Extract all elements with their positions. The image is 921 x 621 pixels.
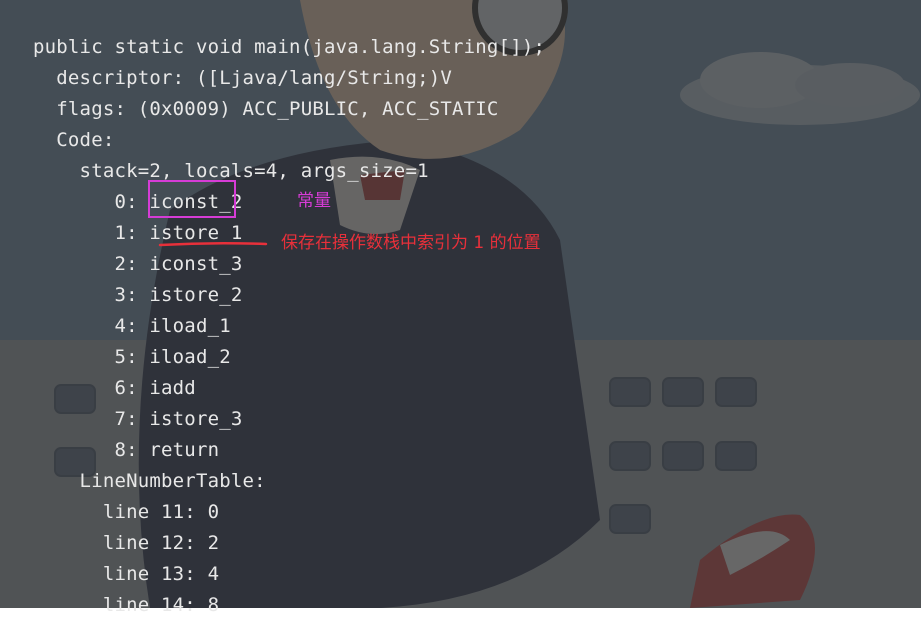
- instruction-line: 2: iconst_3: [33, 253, 243, 275]
- store-underline-mark: [158, 241, 268, 247]
- flags-line: flags: (0x0009) ACC_PUBLIC, ACC_STATIC: [33, 98, 499, 120]
- instruction-line: 8: return: [33, 439, 220, 461]
- line-number-table-header: LineNumberTable:: [33, 470, 266, 492]
- instruction-line: 4: iload_1: [33, 315, 231, 337]
- instruction-line: 6: iadd: [33, 377, 196, 399]
- store-annotation-label: 保存在操作数栈中索引为 1 的位置: [281, 233, 541, 253]
- bytecode-listing: public static void main(java.lang.String…: [0, 0, 921, 616]
- code-header-line: Code:: [33, 129, 115, 151]
- instruction-line: 3: istore_2: [33, 284, 243, 306]
- constant-highlight-box: [148, 180, 236, 218]
- instruction-line: 5: iload_2: [33, 346, 231, 368]
- descriptor-line: descriptor: ([Ljava/lang/String;)V: [33, 67, 453, 89]
- line-number-entry: line 12: 2: [33, 532, 220, 554]
- line-number-entry: line 14: 8: [33, 594, 220, 616]
- method-signature-line: public static void main(java.lang.String…: [33, 36, 546, 58]
- instruction-line: 7: istore_3: [33, 408, 243, 430]
- line-number-entry: line 13: 4: [33, 563, 220, 585]
- line-number-entry: line 11: 0: [33, 501, 220, 523]
- constant-annotation-label: 常量: [297, 191, 331, 211]
